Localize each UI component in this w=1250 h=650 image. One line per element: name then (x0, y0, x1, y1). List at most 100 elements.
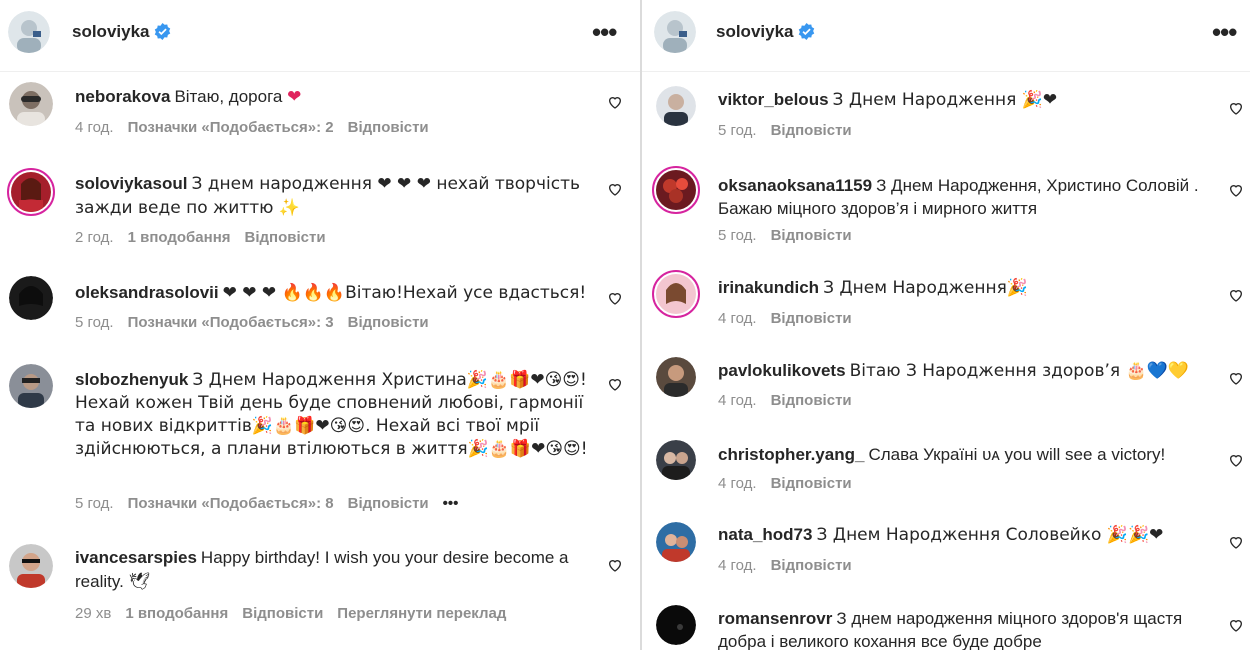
comment-username[interactable]: pavlokulikovets (718, 361, 846, 380)
comment-username[interactable]: irinakundich (718, 278, 819, 297)
comment-time: 4 год. (75, 119, 114, 136)
like-heart-icon[interactable] (607, 94, 623, 110)
red-heart-emoji: ❤ (287, 87, 302, 107)
comment-username[interactable]: romansenrovr (718, 609, 832, 628)
comment-body: neborakova Вітаю, дорога ❤ (75, 85, 585, 109)
comment-meta: 2 год. 1 вподобання Відповісти (75, 229, 340, 246)
comment-meta: 4 год. Відповісти (718, 310, 866, 327)
reply-button[interactable]: Відповісти (348, 314, 429, 331)
like-heart-icon[interactable] (607, 290, 623, 306)
comment-meta: 5 год. Відповісти (718, 227, 866, 244)
comment-body: oksanaoksana1159 З Днем Народження, Христ… (718, 174, 1218, 220)
comment-body: ivancesarspies Happy birthday! I wish you… (75, 546, 585, 594)
translate-button[interactable]: Переглянути переклад (337, 605, 506, 622)
avatar[interactable] (652, 166, 700, 214)
comment-likes[interactable]: Позначки «Подобається»: 8 (128, 495, 334, 512)
comment-meta: 5 год. Позначки «Подобається»: 8 Відповіст… (75, 495, 472, 512)
post-author[interactable]: soloviyka (716, 22, 815, 42)
reply-button[interactable]: Відповісти (771, 557, 852, 574)
avatar[interactable] (656, 440, 696, 480)
comment-meta: 4 год. Відповісти (718, 392, 866, 409)
reply-button[interactable]: Відповісти (771, 122, 852, 139)
comment-body: slobozhenyuk З Днем Народження Христина🎉🎂… (75, 368, 595, 461)
more-icon[interactable]: ••• (592, 19, 617, 45)
comment-text: З Днем Народження🎉 (823, 278, 1029, 298)
comment-username[interactable]: ivancesarspies (75, 548, 197, 567)
comment-username[interactable]: soloviykasoul (75, 174, 187, 193)
comment-text: Вітаю, дорога (174, 87, 283, 106)
avatar[interactable] (656, 357, 696, 397)
comment-text: Вітаю З Народження здоров’я 🎂💙💛 (849, 361, 1190, 381)
like-heart-icon[interactable] (1228, 100, 1244, 116)
comment-body: nata_hod73 З Днем Народження Соловейко 🎉🎉… (718, 523, 1218, 547)
comment-meta: 4 год. Відповісти (718, 557, 866, 574)
comment-time: 5 год. (75, 495, 114, 512)
comment-meta: 4 год. Відповісти (718, 475, 866, 492)
comment-username[interactable]: oleksandrasolovii (75, 283, 219, 302)
comment-username[interactable]: oksanaoksana1159 (718, 176, 872, 195)
comment-text: Слава Україні ᴜᴀ you will see a victory! (868, 445, 1166, 464)
like-heart-icon[interactable] (1228, 370, 1244, 386)
like-heart-icon[interactable] (607, 376, 623, 392)
post-author[interactable]: soloviyka (72, 22, 171, 42)
reply-button[interactable]: Відповісти (242, 605, 323, 622)
more-icon[interactable]: ••• (1212, 19, 1237, 45)
comment-body: christopher.yang_ Слава Україні ᴜᴀ you wi… (718, 443, 1218, 466)
avatar[interactable] (9, 276, 53, 320)
comment-text: ❤ ❤ ❤ 🔥🔥🔥Вітаю!Нехай усе вдасться! (222, 283, 587, 303)
comment-time: 4 год. (718, 310, 757, 327)
avatar[interactable] (652, 270, 700, 318)
comment-meta: 5 год. Позначки «Подобається»: 3 Відповіст… (75, 314, 443, 331)
avatar[interactable] (9, 82, 53, 126)
like-heart-icon[interactable] (607, 181, 623, 197)
comment-time: 5 год. (75, 314, 114, 331)
comment-likes[interactable]: Позначки «Подобається»: 3 (128, 314, 334, 331)
like-heart-icon[interactable] (1228, 287, 1244, 303)
comment-time: 4 год. (718, 557, 757, 574)
avatar[interactable] (656, 86, 696, 126)
comment-likes[interactable]: 1 вподобання (128, 229, 231, 246)
reply-button[interactable]: Відповісти (771, 310, 852, 327)
avatar[interactable] (9, 544, 53, 588)
comment-likes[interactable]: Позначки «Подобається»: 2 (128, 119, 334, 136)
comment-username[interactable]: neborakova (75, 87, 170, 106)
comment-body: viktor_belous З Днем Народження 🎉❤ (718, 88, 1218, 112)
reply-button[interactable]: Відповісти (245, 229, 326, 246)
avatar[interactable] (656, 605, 696, 645)
avatar[interactable] (656, 522, 696, 562)
avatar[interactable] (9, 364, 53, 408)
verified-icon (154, 23, 170, 40)
comment-username[interactable]: nata_hod73 (718, 525, 812, 544)
like-heart-icon[interactable] (1228, 534, 1244, 550)
like-heart-icon[interactable] (1228, 452, 1244, 468)
comment-more-icon[interactable]: ••• (443, 495, 459, 512)
post-header: soloviyka ••• (0, 0, 640, 72)
comment-body: pavlokulikovets Вітаю З Народження здоров… (718, 359, 1218, 383)
avatar[interactable] (7, 168, 55, 216)
comment-body: oleksandrasolovii ❤ ❤ ❤ 🔥🔥🔥Вітаю!Нехай ус… (75, 281, 595, 305)
comment-time: 5 год. (718, 227, 757, 244)
avatar[interactable] (654, 11, 696, 53)
comment-time: 29 хв (75, 605, 112, 622)
comment-username[interactable]: slobozhenyuk (75, 370, 188, 389)
verified-icon (798, 23, 814, 40)
comment-meta: 4 год. Позначки «Подобається»: 2 Відповіст… (75, 119, 443, 136)
like-heart-icon[interactable] (1228, 182, 1244, 198)
comment-time: 2 год. (75, 229, 114, 246)
avatar[interactable] (8, 11, 50, 53)
reply-button[interactable]: Відповісти (348, 495, 429, 512)
comment-likes[interactable]: 1 вподобання (125, 605, 228, 622)
like-heart-icon[interactable] (1228, 617, 1244, 633)
reply-button[interactable]: Відповісти (771, 227, 852, 244)
reply-button[interactable]: Відповісти (771, 392, 852, 409)
comment-text: З Днем Народження 🎉❤ (832, 90, 1058, 110)
reply-button[interactable]: Відповісти (348, 119, 429, 136)
post-author-name[interactable]: soloviyka (716, 22, 794, 41)
comment-username[interactable]: christopher.yang_ (718, 445, 864, 464)
reply-button[interactable]: Відповісти (771, 475, 852, 492)
post-author-name[interactable]: soloviyka (72, 22, 150, 41)
comment-username[interactable]: viktor_belous (718, 90, 829, 109)
comment-body: romansenrovr З днем народження міцного зд… (718, 607, 1218, 650)
like-heart-icon[interactable] (607, 557, 623, 573)
comment-meta: 29 хв 1 вподобання Відповісти Переглянути п… (75, 605, 520, 622)
